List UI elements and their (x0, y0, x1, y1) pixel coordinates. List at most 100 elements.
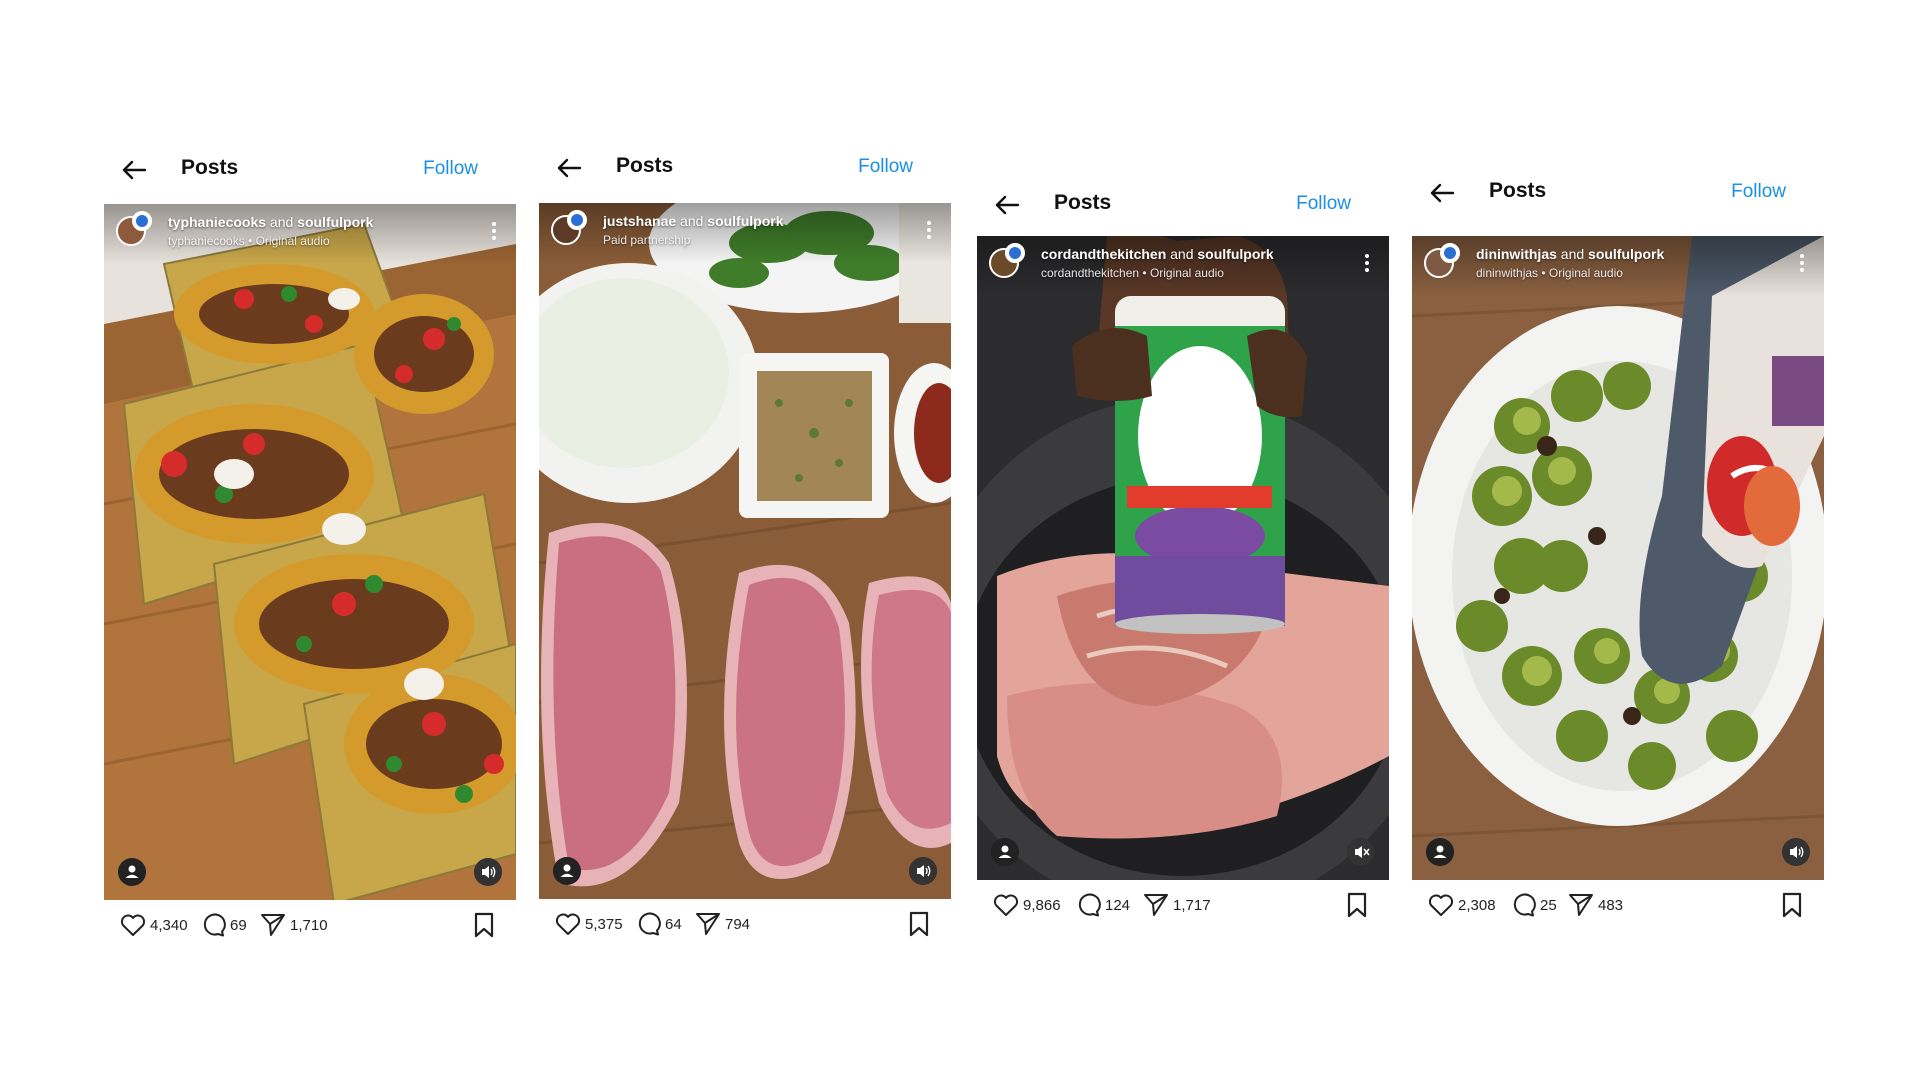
page-title: Posts (1054, 191, 1112, 214)
author-connector: and (1170, 246, 1194, 262)
comment-bubble-icon (1513, 893, 1536, 917)
speaker-icon[interactable] (909, 857, 937, 885)
speaker-icon[interactable] (1782, 838, 1810, 866)
back-arrow-icon[interactable] (993, 191, 1021, 219)
comment-count: 64 (665, 915, 682, 933)
author-username[interactable]: dininwithjas (1476, 246, 1557, 262)
back-arrow-icon[interactable] (120, 156, 148, 184)
follow-button[interactable]: Follow (423, 158, 478, 180)
follow-button[interactable]: Follow (1731, 181, 1786, 203)
post-topbar: Posts Follow (1412, 173, 1824, 213)
bookmark-icon[interactable] (1345, 892, 1369, 918)
heart-icon (555, 913, 581, 935)
like-action[interactable]: 2,308 (1428, 892, 1496, 918)
author-line: justshanae and soulfulpork (603, 213, 784, 229)
post-media[interactable]: dininwithjas and soulfulpork dininwithja… (1412, 236, 1824, 880)
coauthor-avatar[interactable] (1005, 243, 1025, 263)
follow-button[interactable]: Follow (858, 156, 913, 178)
back-arrow-icon[interactable] (555, 154, 583, 182)
more-options-icon[interactable] (1800, 254, 1804, 272)
share-action[interactable]: 483 (1568, 892, 1623, 918)
author-connector: and (269, 214, 294, 230)
user-tag-icon[interactable] (118, 858, 146, 886)
coauthor-username[interactable]: soulfulpork (1197, 246, 1273, 262)
post-card-3: Posts Follow cordandthekitchen and soulf… (977, 185, 1389, 930)
like-action[interactable]: 5,375 (555, 911, 623, 937)
raw-pork-chops-photo (539, 203, 951, 899)
author-username[interactable]: justshanae (603, 213, 676, 229)
post-media[interactable]: justshanae and soulfulpork Paid partners… (539, 203, 951, 899)
share-count: 483 (1598, 896, 1624, 914)
bookmark-icon[interactable] (1780, 892, 1804, 918)
like-action[interactable]: 4,340 (120, 912, 188, 938)
share-count: 1,710 (290, 916, 328, 934)
user-tag-icon[interactable] (553, 857, 581, 885)
post-media[interactable]: cordandthekitchen and soulfulpork cordan… (977, 236, 1389, 880)
comment-count: 124 (1105, 896, 1131, 914)
coauthor-username[interactable]: soulfulpork (297, 214, 373, 230)
post-card-1: Posts Follow typhaniecooks and soulfulpo… (104, 150, 516, 950)
coauthor-username[interactable]: soulfulpork (1588, 246, 1664, 262)
paper-plane-icon (261, 914, 285, 936)
post-card-4: Posts Follow dininwithjas and soulfulpor… (1412, 173, 1824, 930)
page-title: Posts (1489, 179, 1547, 202)
heart-icon (120, 914, 146, 936)
audio-subline[interactable]: typhaniecooks • Original audio (168, 234, 330, 248)
author-username[interactable]: cordandthekitchen (1041, 246, 1166, 262)
share-count: 1,717 (1173, 896, 1211, 914)
more-options-icon[interactable] (1365, 254, 1369, 272)
user-tag-icon[interactable] (1426, 838, 1454, 866)
author-username[interactable]: typhaniecooks (168, 214, 266, 230)
audio-subline[interactable]: cordandthekitchen • Original audio (1041, 266, 1224, 280)
seasoning-pork-photo (977, 236, 1389, 880)
post-card-2: Posts Follow justshanae and soulfulpork … (539, 148, 951, 949)
post-topbar: Posts Follow (977, 185, 1389, 225)
post-topbar: Posts Follow (104, 150, 516, 190)
coauthor-username[interactable]: soulfulpork (707, 213, 783, 229)
speaker-muted-icon[interactable] (1347, 838, 1375, 866)
coauthor-avatar[interactable] (132, 211, 152, 231)
comment-count: 69 (230, 916, 247, 934)
comment-action[interactable]: 69 (200, 912, 247, 938)
like-count: 5,375 (585, 915, 623, 933)
post-actions: 4,340 69 1,710 (104, 900, 516, 950)
comment-action[interactable]: 124 (1075, 892, 1130, 918)
post-actions: 5,375 64 794 (539, 899, 951, 949)
author-line: cordandthekitchen and soulfulpork (1041, 246, 1274, 262)
coauthor-avatar[interactable] (1440, 243, 1460, 263)
comment-action[interactable]: 64 (635, 911, 682, 937)
media-header-overlay (539, 203, 951, 263)
share-action[interactable]: 794 (695, 911, 750, 937)
author-connector: and (1560, 246, 1585, 262)
author-connector: and (680, 213, 704, 229)
like-action[interactable]: 9,866 (993, 892, 1061, 918)
post-media[interactable]: typhaniecooks and soulfulpork typhanieco… (104, 204, 516, 900)
comment-bubble-icon (638, 912, 661, 936)
author-line: dininwithjas and soulfulpork (1476, 246, 1664, 262)
comment-bubble-icon (203, 913, 226, 937)
back-arrow-icon[interactable] (1428, 179, 1456, 207)
more-options-icon[interactable] (492, 222, 496, 240)
paper-plane-icon (696, 913, 720, 935)
speaker-icon[interactable] (474, 858, 502, 886)
audio-subline[interactable]: dininwithjas • Original audio (1476, 266, 1623, 280)
bookmark-icon[interactable] (472, 912, 496, 938)
screenshot-stage: Posts Follow typhaniecooks and soulfulpo… (0, 0, 1920, 1080)
share-action[interactable]: 1,717 (1143, 892, 1211, 918)
comment-action[interactable]: 25 (1510, 892, 1557, 918)
post-actions: 9,866 124 1,717 (977, 880, 1389, 930)
brussels-sprouts-photo (1412, 236, 1824, 880)
follow-button[interactable]: Follow (1296, 193, 1351, 215)
heart-icon (993, 894, 1019, 916)
like-count: 2,308 (1458, 896, 1496, 914)
tacos-photo (104, 204, 516, 900)
page-title: Posts (616, 154, 674, 177)
coauthor-avatar[interactable] (567, 210, 587, 230)
user-tag-icon[interactable] (991, 838, 1019, 866)
paid-partnership-label[interactable]: Paid partnership (603, 233, 690, 247)
share-action[interactable]: 1,710 (260, 912, 328, 938)
bookmark-icon[interactable] (907, 911, 931, 937)
page-title: Posts (181, 156, 239, 179)
more-options-icon[interactable] (927, 221, 931, 239)
like-count: 9,866 (1023, 896, 1061, 914)
